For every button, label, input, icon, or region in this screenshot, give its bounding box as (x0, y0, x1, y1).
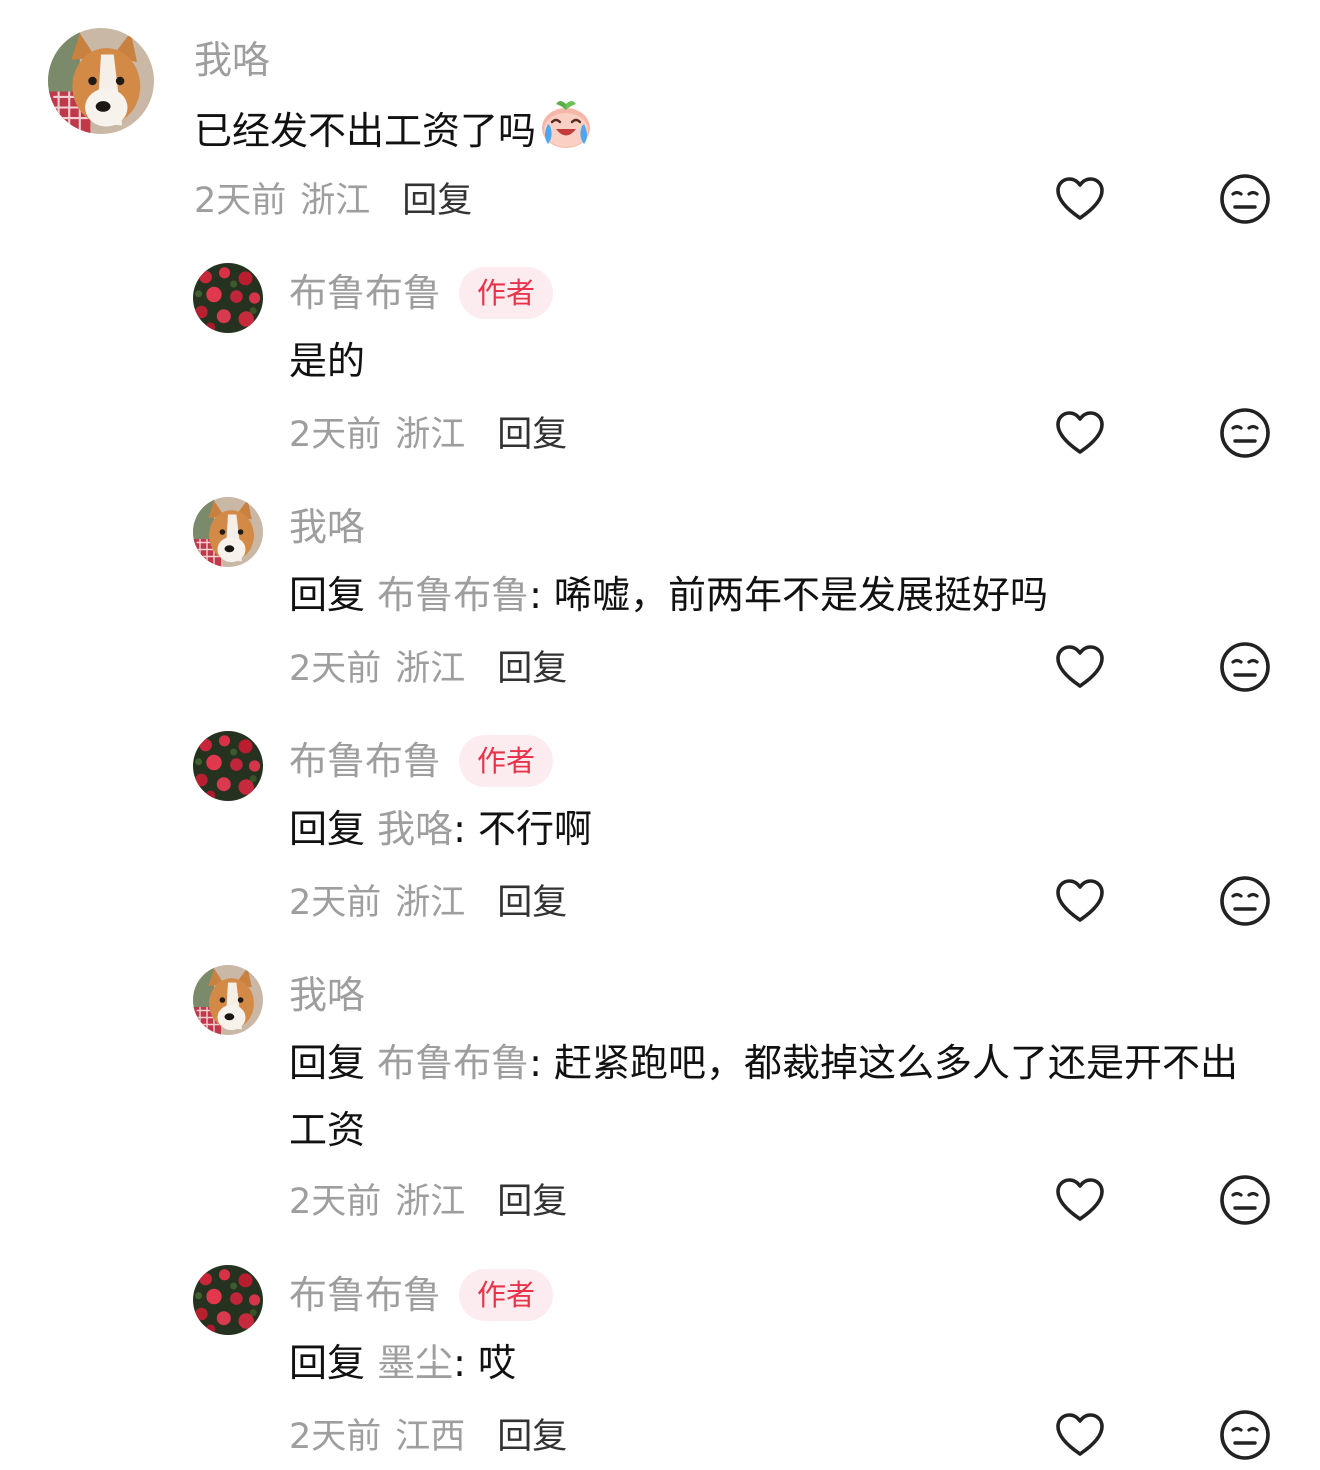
heart-outline-icon (1052, 405, 1108, 461)
meh-face-icon (1217, 1407, 1273, 1463)
like-button[interactable] (1052, 1407, 1108, 1463)
comment-time: 2天前 (194, 180, 287, 221)
heart-outline-icon (1052, 639, 1108, 695)
author-badge: 作者 (459, 1269, 554, 1321)
username[interactable]: 布鲁布鲁 (289, 731, 441, 791)
dislike-button[interactable] (1217, 405, 1273, 461)
reply-target-username[interactable]: 布鲁布鲁 (377, 573, 529, 617)
reply-prefix: 回复 (289, 573, 366, 617)
comment-body: 唏嘘，前两年不是发展挺好吗 (554, 573, 1049, 617)
avatar[interactable] (193, 1265, 263, 1335)
dislike-button[interactable] (1217, 1172, 1273, 1228)
meh-face-icon (1217, 405, 1273, 461)
comment-text: 是的 (289, 328, 1269, 395)
crying-laughing-peach-emoji-icon (538, 96, 594, 152)
comment-text: 回复 布鲁布鲁: 赶紧跑吧，都裁掉这么多人了还是开不出工资 (289, 1030, 1249, 1164)
reply-target-username[interactable]: 布鲁布鲁 (377, 1041, 529, 1085)
like-button[interactable] (1052, 171, 1108, 227)
heart-outline-icon (1052, 873, 1108, 929)
username[interactable]: 我咯 (194, 30, 270, 90)
username[interactable]: 布鲁布鲁 (289, 1265, 441, 1325)
avatar[interactable] (193, 731, 263, 801)
meh-face-icon (1217, 639, 1273, 695)
like-button[interactable] (1052, 1172, 1108, 1228)
reply-button[interactable]: 回复 (497, 874, 567, 925)
dislike-button[interactable] (1217, 639, 1273, 695)
reply-target-username[interactable]: 我咯 (377, 807, 453, 851)
meh-face-icon (1217, 1172, 1273, 1228)
reply-colon: : (529, 1041, 555, 1085)
reply-target-username[interactable]: 墨尘 (377, 1341, 453, 1385)
avatar[interactable] (193, 497, 263, 567)
comment-location: 浙江 (395, 648, 466, 689)
corgi-avatar-image (48, 28, 154, 134)
heart-outline-icon (1052, 171, 1108, 227)
comment-time: 2天前 (289, 1416, 382, 1457)
username[interactable]: 我咯 (289, 965, 365, 1025)
heart-outline-icon (1052, 1407, 1108, 1463)
comment-body: 哎 (478, 1341, 517, 1385)
reply-colon: : (529, 573, 555, 617)
comment-body: 是的 (289, 339, 366, 383)
avatar[interactable] (193, 263, 263, 333)
comment-text: 回复 墨尘: 哎 (289, 1330, 1269, 1397)
comment-location: 浙江 (395, 882, 466, 923)
red-flowers-avatar-image (193, 1265, 263, 1335)
comment-location: 浙江 (300, 180, 371, 221)
comment-location: 江西 (395, 1416, 466, 1457)
heart-outline-icon (1052, 1172, 1108, 1228)
author-badge: 作者 (459, 735, 554, 787)
like-button[interactable] (1052, 873, 1108, 929)
corgi-avatar-image (193, 497, 263, 567)
dislike-button[interactable] (1217, 1407, 1273, 1463)
comment-text: 已经发不出工资了吗 (194, 96, 1174, 165)
dislike-button[interactable] (1217, 873, 1273, 929)
username[interactable]: 我咯 (289, 497, 365, 557)
avatar[interactable] (48, 28, 154, 134)
like-button[interactable] (1052, 639, 1108, 695)
reply-prefix: 回复 (289, 807, 366, 851)
comment-location: 浙江 (395, 414, 466, 455)
comment-time: 2天前 (289, 1181, 382, 1222)
corgi-avatar-image (193, 965, 263, 1035)
comment-time: 2天前 (289, 882, 382, 923)
like-button[interactable] (1052, 405, 1108, 461)
dislike-button[interactable] (1217, 171, 1273, 227)
reply-colon: : (453, 1341, 479, 1385)
reply-colon: : (453, 807, 479, 851)
comment-text: 回复 我咯: 不行啊 (289, 796, 1269, 863)
reply-button[interactable]: 回复 (497, 406, 567, 457)
red-flowers-avatar-image (193, 263, 263, 333)
avatar[interactable] (193, 965, 263, 1035)
comment-location: 浙江 (395, 1181, 466, 1222)
comment-time: 2天前 (289, 648, 382, 689)
reply-button[interactable]: 回复 (497, 640, 567, 691)
red-flowers-avatar-image (193, 731, 263, 801)
reply-prefix: 回复 (289, 1041, 366, 1085)
comment-body: 不行啊 (478, 807, 593, 851)
meh-face-icon (1217, 873, 1273, 929)
reply-button[interactable]: 回复 (497, 1173, 567, 1224)
reply-button[interactable]: 回复 (402, 172, 472, 223)
username[interactable]: 布鲁布鲁 (289, 263, 441, 323)
meh-face-icon (1217, 171, 1273, 227)
comment-body: 已经发不出工资了吗 (194, 109, 537, 153)
reply-prefix: 回复 (289, 1341, 366, 1385)
author-badge: 作者 (459, 267, 554, 319)
comment-time: 2天前 (289, 414, 382, 455)
reply-button[interactable]: 回复 (497, 1408, 567, 1459)
comment-text: 回复 布鲁布鲁: 唏嘘，前两年不是发展挺好吗 (289, 562, 1269, 629)
